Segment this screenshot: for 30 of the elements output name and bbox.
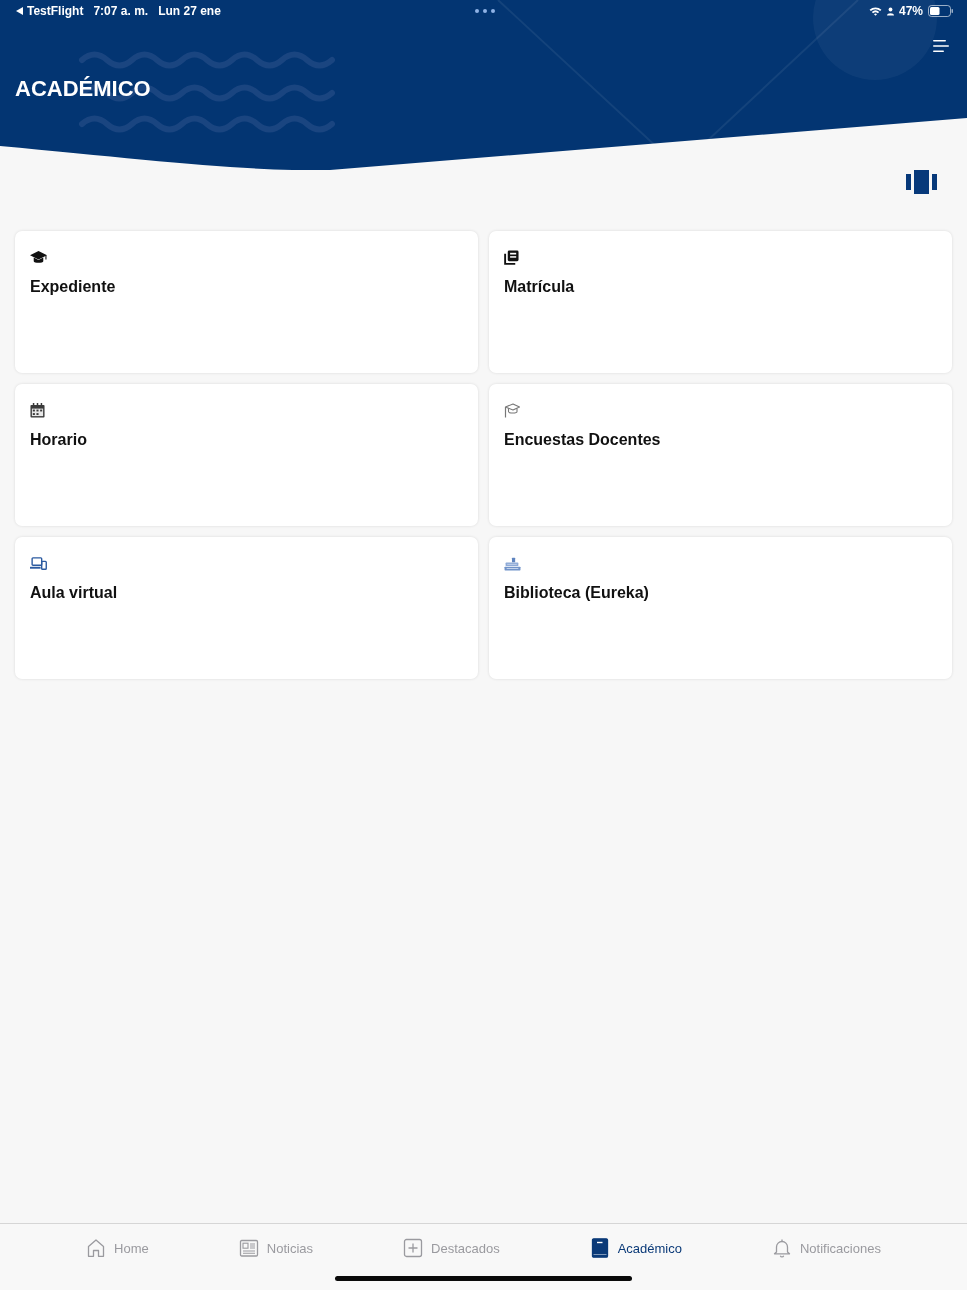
graduation-cap-icon	[504, 403, 520, 418]
battery-icon	[928, 5, 953, 17]
wifi-icon	[868, 6, 882, 16]
laptop-phone-icon	[30, 557, 47, 570]
back-to-app-link[interactable]: TestFlight	[16, 4, 84, 18]
module-card[interactable]: Horario	[15, 384, 478, 526]
module-card[interactable]: Encuestas Docentes	[489, 384, 952, 526]
book-icon	[589, 1238, 610, 1258]
back-arrow-icon	[16, 7, 23, 15]
module-card[interactable]: Aula virtual	[15, 537, 478, 679]
battery-percentage: 47%	[898, 4, 923, 18]
menu-icon[interactable]	[932, 40, 949, 52]
status-date: Lun 27 ene	[158, 4, 221, 18]
page-title: ACADÉMICO	[15, 76, 151, 102]
home-icon	[86, 1238, 107, 1258]
bell-icon	[772, 1238, 792, 1258]
module-card[interactable]: Biblioteca (Eureka)	[489, 537, 952, 679]
status-time: 7:07 a. m.	[93, 4, 149, 18]
module-card[interactable]: Matrícula	[489, 231, 952, 373]
newspaper-icon	[238, 1238, 259, 1258]
person-icon	[886, 6, 894, 16]
calendar-icon	[30, 403, 45, 418]
book-stack-icon	[504, 250, 519, 265]
book-pile-icon	[504, 556, 521, 571]
tab-item[interactable]: Académico	[589, 1238, 682, 1258]
module-card[interactable]: Expediente	[15, 231, 478, 373]
graduation-cap-icon	[30, 250, 47, 265]
carousel-view-icon[interactable]	[906, 170, 937, 194]
plus-square-icon	[403, 1238, 423, 1258]
more-dots-icon[interactable]	[474, 9, 495, 13]
